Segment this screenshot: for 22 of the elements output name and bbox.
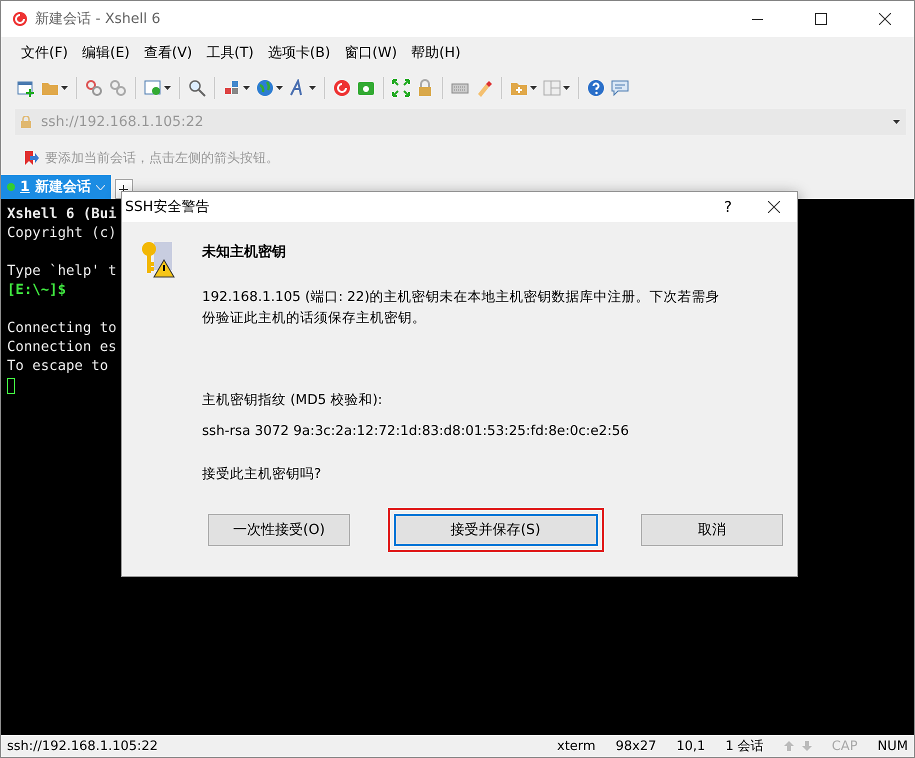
num-lock-indicator: NUM: [878, 738, 908, 754]
terminal-line: Connection es: [7, 338, 117, 357]
dialog-heading: 未知主机密钥: [202, 243, 287, 261]
terminal-line: To escape to: [7, 357, 108, 376]
terminal-line: Type `help' t: [7, 262, 117, 281]
terminal-line: [E:\~]$: [7, 281, 66, 300]
fingerprint-text: ssh-rsa 3072 9a:3c:2a:12:72:1d:83:d8:01:53:25:fd:8e:0c:e2:56: [202, 423, 630, 439]
terminal-line: Xshell 6 (Bui: [7, 205, 117, 224]
terminal-line: Connecting to: [7, 319, 117, 338]
status-address: ssh://192.168.1.105:22: [7, 738, 159, 754]
hint-text: 要添加当前会话，点击左侧的箭头按钮。: [45, 150, 279, 167]
fingerprint-label: 主机密钥指纹 (MD5 校验和):: [202, 391, 384, 409]
terminal-type: xterm: [557, 738, 596, 754]
dialog-title: SSH安全警告: [125, 198, 210, 216]
session-count: 1 会话: [725, 738, 764, 755]
window-title: 新建会话 - Xshell 6: [35, 10, 162, 28]
cursor-position: 10,1: [676, 738, 706, 754]
dialog-message: 192.168.1.105 (端口: 22)的主机密钥未在本地主机密钥数据库中注册。下次若需身份验证此主机的话须保存主机密钥。: [202, 288, 721, 328]
terminal-size: 98x27: [616, 738, 656, 754]
terminal-line: Copyright (c): [7, 224, 117, 243]
caps-lock-indicator: CAP: [832, 738, 858, 754]
dialog-question: 接受此主机密钥吗?: [202, 465, 322, 483]
